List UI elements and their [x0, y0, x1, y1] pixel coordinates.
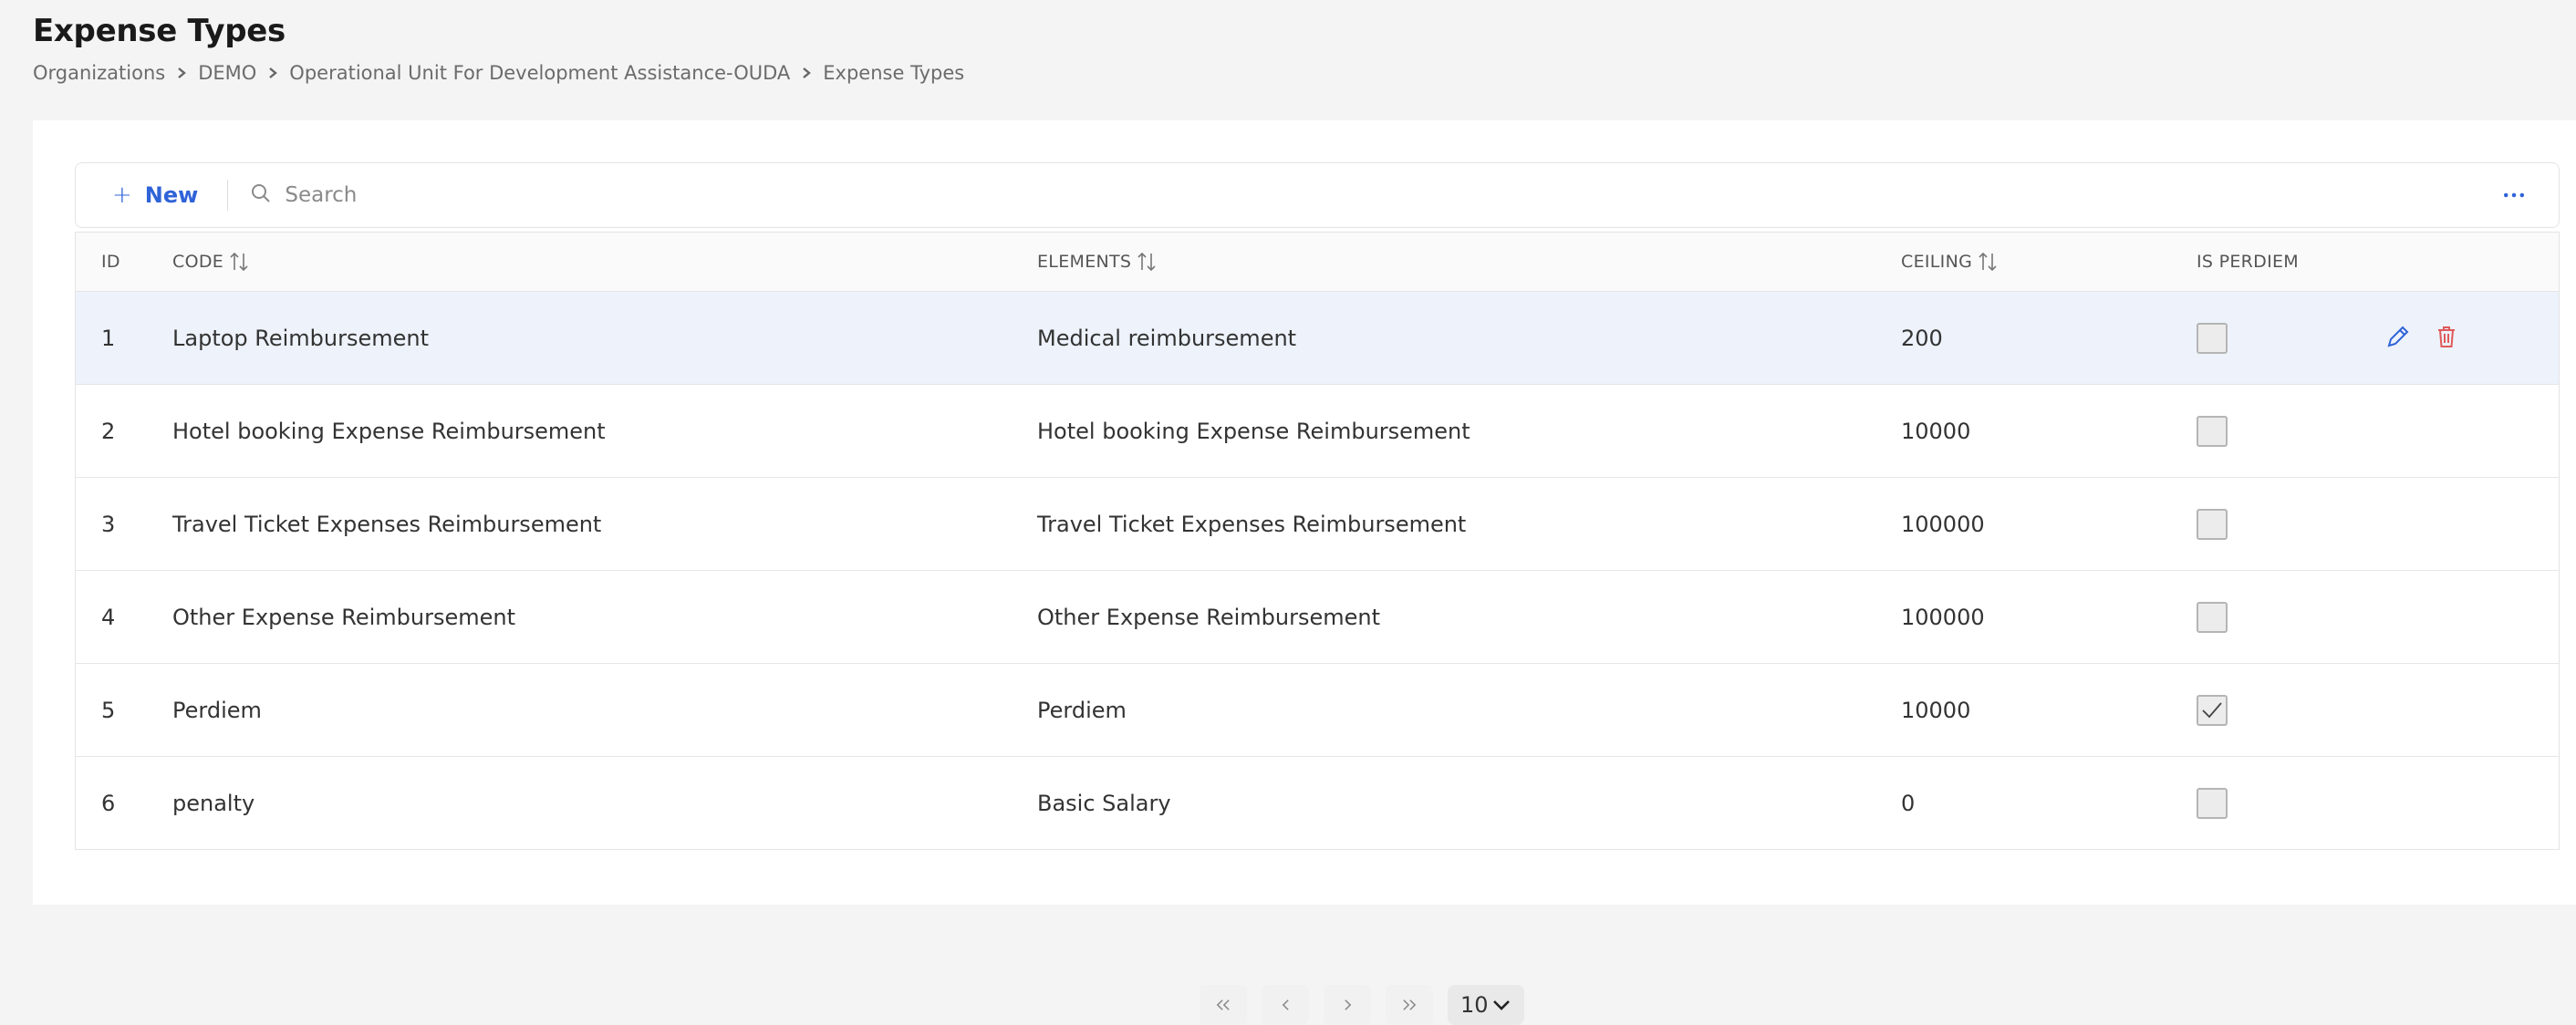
- cell-is-perdiem: [2197, 571, 2228, 663]
- page-size-select[interactable]: 10: [1448, 985, 1524, 1025]
- table-row[interactable]: 2 Hotel booking Expense Reimbursement Hote…: [76, 385, 2559, 478]
- cell-ceiling: 10000: [1901, 418, 1971, 444]
- cell-ceiling: 100000: [1901, 604, 1985, 630]
- new-button[interactable]: + New: [112, 182, 198, 208]
- is-perdiem-checkbox[interactable]: [2197, 694, 2228, 726]
- search-icon: [250, 182, 272, 208]
- chevron-right-icon: [165, 67, 198, 79]
- is-perdiem-checkbox[interactable]: [2197, 601, 2228, 633]
- breadcrumb: Organizations DEMO Operational Unit For …: [33, 62, 964, 84]
- cell-code: Perdiem: [172, 697, 262, 723]
- table-row[interactable]: 5 Perdiem Perdiem 10000: [76, 664, 2559, 757]
- cell-id: 1: [101, 325, 116, 351]
- sort-icon[interactable]: [1978, 250, 1998, 274]
- cell-id: 3: [101, 511, 116, 537]
- cell-elements: Perdiem: [1037, 697, 1127, 723]
- cell-elements: Basic Salary: [1037, 790, 1171, 816]
- chevron-down-icon: [1493, 1000, 1510, 1010]
- next-page-button[interactable]: [1324, 985, 1371, 1025]
- breadcrumb-organizations[interactable]: Organizations: [33, 62, 165, 84]
- ellipsis-icon: [2503, 192, 2525, 198]
- is-perdiem-checkbox[interactable]: [2197, 508, 2228, 540]
- cell-is-perdiem: [2197, 478, 2228, 570]
- table-row[interactable]: 1 Laptop Reimbursement Medical reimburseme…: [76, 292, 2559, 385]
- chevron-right-icon: [1344, 999, 1351, 1010]
- table-row[interactable]: 6 penalty Basic Salary 0: [76, 757, 2559, 850]
- cell-code: penalty: [172, 790, 255, 816]
- table-body: 1 Laptop Reimbursement Medical reimburseme…: [76, 292, 2559, 850]
- chevron-right-icon: [256, 67, 289, 79]
- cell-ceiling: 200: [1901, 325, 1943, 351]
- cell-id: 2: [101, 418, 116, 444]
- cell-code: Travel Ticket Expenses Reimbursement: [172, 511, 602, 537]
- sort-icon[interactable]: [1137, 250, 1157, 274]
- column-header-code[interactable]: CODE: [172, 233, 249, 291]
- last-page-button[interactable]: [1386, 985, 1433, 1025]
- new-button-label: New: [144, 182, 199, 208]
- cell-ceiling: 100000: [1901, 511, 1985, 537]
- chevron-left-icon: [1282, 999, 1289, 1010]
- toolbar: + New: [75, 162, 2560, 228]
- plus-icon: +: [112, 181, 132, 209]
- column-header-id: ID: [101, 252, 120, 272]
- cell-elements: Other Expense Reimbursement: [1037, 604, 1381, 630]
- breadcrumb-unit[interactable]: Operational Unit For Development Assista…: [289, 62, 790, 84]
- double-chevron-right-icon: [1403, 999, 1417, 1010]
- chevron-right-icon: [790, 67, 823, 79]
- cell-ceiling: 0: [1901, 790, 1916, 816]
- cell-elements: Medical reimbursement: [1037, 325, 1297, 351]
- row-actions: [2385, 292, 2458, 384]
- toolbar-divider: [227, 180, 229, 211]
- double-chevron-left-icon: [1216, 999, 1230, 1010]
- table-header: ID CODE ELEMENTS CEILING IS PERDIEM: [76, 232, 2559, 292]
- cell-id: 5: [101, 697, 116, 723]
- page-title: Expense Types: [33, 13, 286, 49]
- page-size-value: 10: [1460, 992, 1489, 1018]
- content-panel: + New ID CODE ELEMENTS CEILING: [33, 120, 2576, 1025]
- search-input[interactable]: [285, 183, 833, 207]
- cell-is-perdiem: [2197, 385, 2228, 477]
- is-perdiem-checkbox[interactable]: [2197, 322, 2228, 354]
- table-row[interactable]: 3 Travel Ticket Expenses Reimbursement Tra…: [76, 478, 2559, 571]
- cell-code: Other Expense Reimbursement: [172, 604, 516, 630]
- cell-elements: Travel Ticket Expenses Reimbursement: [1037, 511, 1467, 537]
- cell-is-perdiem: [2197, 292, 2228, 384]
- search-box: [250, 182, 833, 208]
- breadcrumb-current: Expense Types: [823, 62, 965, 84]
- cell-id: 6: [101, 790, 116, 816]
- previous-page-button[interactable]: [1262, 985, 1309, 1025]
- cell-elements: Hotel booking Expense Reimbursement: [1037, 418, 1470, 444]
- cell-is-perdiem: [2197, 757, 2228, 849]
- expense-types-table: ID CODE ELEMENTS CEILING IS PERDIEM 1 Lap…: [75, 232, 2560, 1025]
- cell-code: Hotel booking Expense Reimbursement: [172, 418, 606, 444]
- sort-icon[interactable]: [229, 250, 249, 274]
- is-perdiem-checkbox[interactable]: [2197, 787, 2228, 819]
- table-row[interactable]: 4 Other Expense Reimbursement Other Expens…: [76, 571, 2559, 664]
- cell-is-perdiem: [2197, 664, 2228, 756]
- first-page-button[interactable]: [1200, 985, 1247, 1025]
- cell-ceiling: 10000: [1901, 697, 1971, 723]
- breadcrumb-demo[interactable]: DEMO: [198, 62, 256, 84]
- is-perdiem-checkbox[interactable]: [2197, 415, 2228, 447]
- cell-id: 4: [101, 604, 116, 630]
- checkmark-icon: [2202, 701, 2222, 718]
- page-header: Expense Types Organizations DEMO Operati…: [33, 13, 964, 84]
- delete-button[interactable]: [2435, 324, 2458, 353]
- column-header-ceiling[interactable]: CEILING: [1901, 233, 1998, 291]
- cell-code: Laptop Reimbursement: [172, 325, 430, 351]
- pencil-icon: [2387, 326, 2409, 347]
- column-header-is-perdiem: IS PERDIEM: [2197, 252, 2299, 272]
- column-header-elements[interactable]: ELEMENTS: [1037, 233, 1157, 291]
- more-options-button[interactable]: [2500, 183, 2528, 207]
- edit-button[interactable]: [2385, 324, 2409, 353]
- pagination: 10: [76, 972, 2560, 1025]
- trash-icon: [2438, 326, 2455, 347]
